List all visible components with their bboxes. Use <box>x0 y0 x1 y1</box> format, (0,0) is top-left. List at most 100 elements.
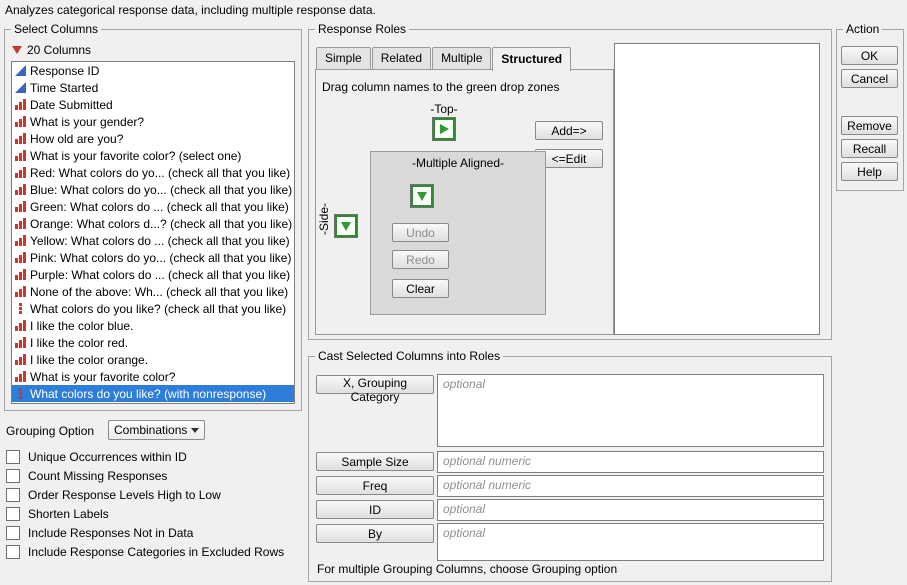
undo-button[interactable]: Undo <box>392 223 449 242</box>
column-label: None of the above: Wh... (check all that… <box>30 285 288 299</box>
column-list-item[interactable]: What is your gender? <box>12 113 294 130</box>
id-role-box[interactable]: optional <box>437 499 824 521</box>
cancel-button[interactable]: Cancel <box>841 69 898 88</box>
cast-row-by: Byoptional <box>316 523 824 561</box>
multiple-aligned-label: -Multiple Aligned- <box>371 156 545 170</box>
help-button[interactable]: Help <box>841 162 898 181</box>
checkbox[interactable] <box>6 545 20 559</box>
column-list-item[interactable]: Pink: What colors do yo... (check all th… <box>12 249 294 266</box>
add-button[interactable]: Add=> <box>535 121 603 140</box>
remove-button[interactable]: Remove <box>841 116 898 135</box>
nominal-column-icon <box>15 286 26 297</box>
by-role-button[interactable]: By <box>316 524 434 543</box>
by-role-box[interactable]: optional <box>437 523 824 561</box>
column-list-item[interactable]: Green: What colors do ... (check all tha… <box>12 198 294 215</box>
nominal-column-icon <box>15 371 26 382</box>
checkbox-row-unique-occurrences-within-id[interactable]: Unique Occurrences within ID <box>6 447 284 466</box>
checkbox-row-include-responses-not-in-data[interactable]: Include Responses Not in Data <box>6 523 284 542</box>
column-label: Orange: What colors d...? (check all tha… <box>30 217 292 231</box>
response-roles-list[interactable] <box>614 43 820 335</box>
x-grouping-category-role-button[interactable]: X, Grouping Category <box>316 375 434 394</box>
tab-related[interactable]: Related <box>372 47 431 69</box>
tab-multiple[interactable]: Multiple <box>432 47 491 69</box>
column-list-item[interactable]: I like the color orange. <box>12 351 294 368</box>
column-list-item[interactable]: Response ID <box>12 62 294 79</box>
checkbox-row-count-missing-responses[interactable]: Count Missing Responses <box>6 466 284 485</box>
recall-button[interactable]: Recall <box>841 139 898 158</box>
column-list-item[interactable]: What is your favorite color? <box>12 368 294 385</box>
column-list-item[interactable]: Time Started <box>12 79 294 96</box>
column-list-item[interactable]: Blue: What colors do yo... (check all th… <box>12 181 294 198</box>
column-label: I like the color blue. <box>30 319 133 333</box>
nominal-column-icon <box>15 150 26 161</box>
column-list-item[interactable]: Purple: What colors do ... (check all th… <box>12 266 294 283</box>
cast-row-freq: Freqoptional numeric <box>316 475 824 497</box>
column-list-item[interactable]: None of the above: Wh... (check all that… <box>12 283 294 300</box>
column-label: How old are you? <box>30 132 123 146</box>
action-title: Action <box>843 22 882 36</box>
action-group: Action OKCancel RemoveRecallHelp <box>836 29 904 191</box>
checkbox-row-include-response-categories-in-excluded-rows[interactable]: Include Response Categories in Excluded … <box>6 542 284 561</box>
continuous-column-icon <box>15 65 26 76</box>
checkbox[interactable] <box>6 450 20 464</box>
checkbox-row-shorten-labels[interactable]: Shorten Labels <box>6 504 284 523</box>
top-drop-zone[interactable] <box>433 118 455 140</box>
checkbox-label: Count Missing Responses <box>28 469 167 483</box>
column-list-item[interactable]: Yellow: What colors do ... (check all th… <box>12 232 294 249</box>
column-list-item[interactable]: Red: What colors do yo... (check all tha… <box>12 164 294 181</box>
column-label: Time Started <box>30 81 98 95</box>
nominal-column-icon <box>15 133 26 144</box>
x-grouping-category-role-box[interactable]: optional <box>437 374 824 447</box>
cast-group: Cast Selected Columns into Roles X, Grou… <box>308 356 832 582</box>
checkbox-label: Include Response Categories in Excluded … <box>28 545 284 559</box>
checkbox[interactable] <box>6 507 20 521</box>
grouping-combo-value: Combinations <box>114 423 187 437</box>
column-list-item[interactable]: I like the color blue. <box>12 317 294 334</box>
side-drop-zone[interactable] <box>335 215 357 237</box>
sample-size-role-button[interactable]: Sample Size <box>316 452 434 471</box>
tab-structured[interactable]: Structured <box>492 47 571 71</box>
drop-arrow-down-icon <box>341 222 351 231</box>
response-roles-title: Response Roles <box>315 22 409 36</box>
column-list-item[interactable]: What is your favorite color? (select one… <box>12 147 294 164</box>
action-secondary: Remove Recall Help <box>841 116 898 181</box>
grouping-combo[interactable]: Combinations <box>108 420 205 440</box>
nominal-column-icon <box>15 184 26 195</box>
nominal-column-icon <box>15 99 26 110</box>
checkbox-row-order-response-levels-high-to-low[interactable]: Order Response Levels High to Low <box>6 485 284 504</box>
column-list-item[interactable]: What colors do you like? (check all that… <box>12 300 294 317</box>
freq-role-box[interactable]: optional numeric <box>437 475 824 497</box>
nominal-column-icon <box>15 167 26 178</box>
sample-size-role-box[interactable]: optional numeric <box>437 451 824 473</box>
column-label: I like the color orange. <box>30 353 148 367</box>
tab-simple[interactable]: Simple <box>316 47 371 69</box>
top-drop-label: -Top- <box>412 102 476 116</box>
column-list-item[interactable]: I like the color red. <box>12 334 294 351</box>
drop-arrow-down-icon <box>417 192 427 201</box>
column-list[interactable]: Response IDTime StartedDate SubmittedWha… <box>11 61 295 404</box>
column-label: What colors do you like? (check all that… <box>30 302 286 316</box>
description: Analyzes categorical response data, incl… <box>5 3 376 17</box>
multiple-response-column-icon <box>15 388 26 399</box>
column-list-item[interactable]: What colors do you like? (with nonrespon… <box>12 385 294 402</box>
nominal-column-icon <box>15 218 26 229</box>
redo-button[interactable]: Redo <box>392 250 449 269</box>
select-columns-group: Select Columns 20 Columns Response IDTim… <box>4 29 302 411</box>
ok-button[interactable]: OK <box>841 46 898 65</box>
checkbox[interactable] <box>6 469 20 483</box>
cast-rows: X, Grouping CategoryoptionalSample Sizeo… <box>316 374 824 563</box>
freq-role-button[interactable]: Freq <box>316 476 434 495</box>
id-role-button[interactable]: ID <box>316 500 434 519</box>
columns-menu-button[interactable]: 20 Columns <box>12 43 91 57</box>
cast-row-x-grouping-category: X, Grouping Categoryoptional <box>316 374 824 447</box>
checkbox[interactable] <box>6 526 20 540</box>
column-list-item[interactable]: Date Submitted <box>12 96 294 113</box>
cast-row-sample-size: Sample Sizeoptional numeric <box>316 451 824 473</box>
checkbox[interactable] <box>6 488 20 502</box>
column-list-item[interactable]: How old are you? <box>12 130 294 147</box>
checkbox-label: Unique Occurrences within ID <box>28 450 187 464</box>
cast-footer: For multiple Grouping Columns, choose Gr… <box>317 562 617 576</box>
multiple-aligned-drop-zone[interactable] <box>411 185 433 207</box>
clear-button[interactable]: Clear <box>392 279 449 298</box>
column-list-item[interactable]: Orange: What colors d...? (check all tha… <box>12 215 294 232</box>
